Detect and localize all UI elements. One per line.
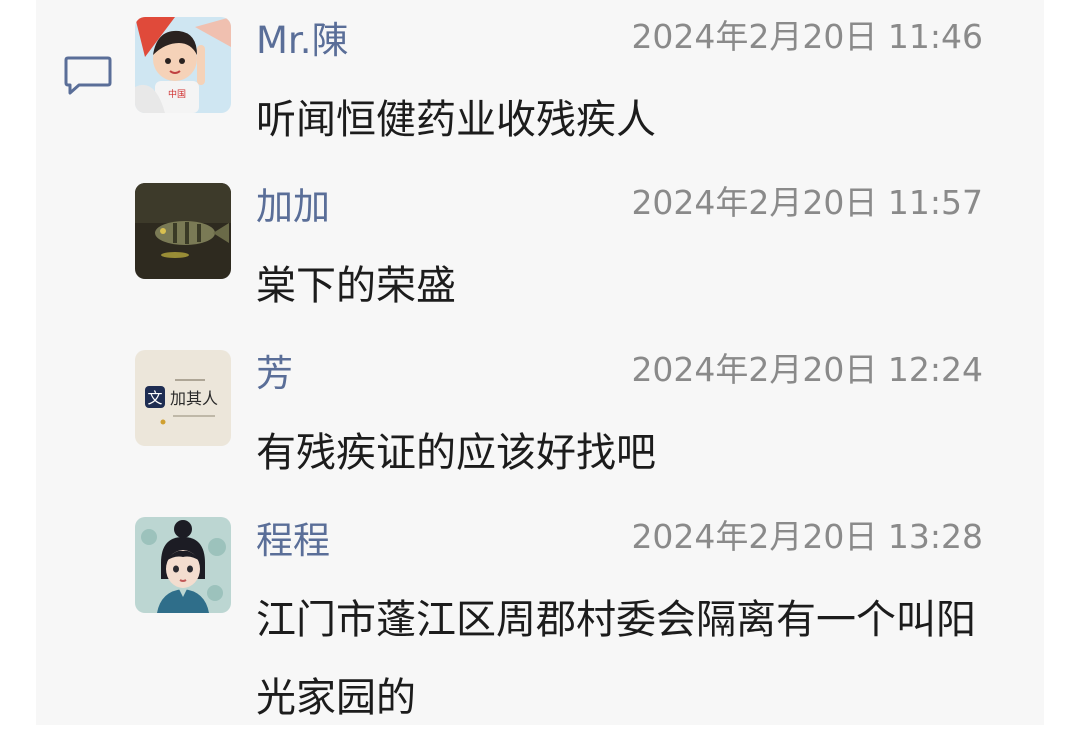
- comment-icon[interactable]: [63, 55, 113, 97]
- comment-author[interactable]: Mr.陳: [256, 19, 349, 63]
- svg-text:中国: 中国: [168, 88, 186, 100]
- comment-item: 程程 2024年2月20日 13:28 江门市蓬江区周郡村委会隔离有一个叫阳光家…: [135, 517, 995, 725]
- comment-author[interactable]: 加加: [256, 185, 330, 229]
- comment-timestamp: 2024年2月20日 11:46: [631, 17, 983, 56]
- comment-timestamp: 2024年2月20日 13:28: [631, 517, 983, 556]
- comment-item: 中国 Mr.陳 2024年2月20日 11:46 听闻恒健药业收残疾人: [135, 17, 995, 147]
- illustrated-girl-avatar[interactable]: [135, 517, 231, 613]
- text-logo-avatar[interactable]: 文 加其人: [135, 350, 231, 446]
- comment-text: 听闻恒健药业收残疾人: [256, 97, 656, 143]
- comment-item: 文 加其人 芳 2024年2月20日 12:24 有残疾证的应该好找吧: [135, 350, 995, 480]
- comment-timestamp: 2024年2月20日 11:57: [631, 183, 983, 222]
- comment-text: 棠下的荣盛: [256, 263, 456, 309]
- comment-author[interactable]: 程程: [256, 519, 330, 563]
- comment-text: 江门市蓬江区周郡村委会隔离有一个叫阳光家园的: [256, 597, 976, 721]
- comment-text: 有残疾证的应该好找吧: [256, 430, 656, 476]
- avatar-badge: 文: [147, 389, 162, 407]
- avatar-text: 加其人: [170, 389, 218, 408]
- cartoon-boy-avatar[interactable]: 中国: [135, 17, 231, 113]
- fish-avatar[interactable]: [135, 183, 231, 279]
- comment-timestamp: 2024年2月20日 12:24: [631, 350, 983, 389]
- comment-item: 加加 2024年2月20日 11:57 棠下的荣盛: [135, 183, 995, 313]
- comment-author[interactable]: 芳: [256, 352, 293, 396]
